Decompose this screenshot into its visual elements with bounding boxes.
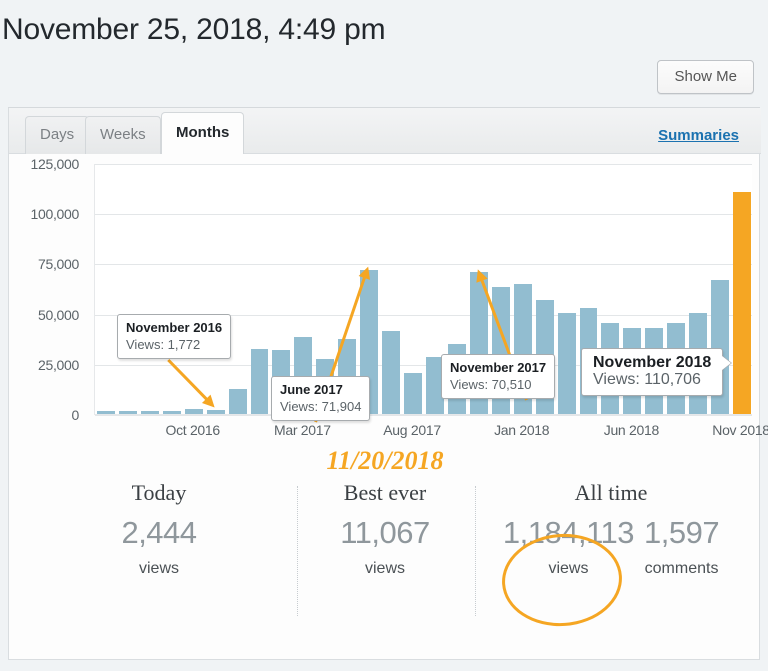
annotation-value: Views: 1,772 xyxy=(126,337,201,352)
gridline xyxy=(95,415,752,416)
chart-annotation: June 2017 Views: 71,904 xyxy=(271,376,371,421)
x-axis-tick-label: Jun 2018 xyxy=(603,422,660,438)
annotation-value: Views: 110,706 xyxy=(593,371,701,388)
stat-unit: comments xyxy=(644,560,719,577)
summary-stats: 11/20/2018 Today 2,444 views Best ever 1… xyxy=(9,438,761,660)
period-tabs: Days Weeks Months Summaries xyxy=(9,108,761,154)
x-axis-tick-label: Nov 2018 xyxy=(712,422,768,438)
chart-bar[interactable] xyxy=(206,410,225,414)
stat-unit: views xyxy=(548,560,589,577)
stats-page: November 25, 2018, 4:49 pm Show Me Days … xyxy=(0,0,768,671)
y-axis-tick-label: 75,000 xyxy=(37,256,79,273)
chart-bar[interactable] xyxy=(557,312,576,414)
tab-weeks[interactable]: Weeks xyxy=(85,116,161,154)
chart-bar[interactable] xyxy=(228,388,247,414)
stats-panel: Days Weeks Months Summaries 125,000 100,0… xyxy=(8,108,768,660)
annotation-value: Views: 70,510 xyxy=(450,377,532,392)
stat-value: 11,067 xyxy=(340,515,430,550)
show-me-button[interactable]: Show Me xyxy=(657,60,754,94)
y-axis-tick-label: 125,000 xyxy=(30,156,79,172)
tab-days[interactable]: Days xyxy=(25,116,90,154)
chart-bar[interactable] xyxy=(184,409,203,414)
chart-bar[interactable] xyxy=(118,411,137,414)
chart-bar[interactable] xyxy=(250,348,269,414)
chart-bar[interactable] xyxy=(162,411,181,414)
y-axis-tick-label: 25,000 xyxy=(37,356,79,373)
callout-pointer xyxy=(722,356,731,370)
annotation-value: Views: 71,904 xyxy=(280,399,362,414)
annotation-title: June 2017 xyxy=(280,382,343,397)
annotation-title: November 2017 xyxy=(450,360,547,375)
stat-label: Today xyxy=(131,480,187,505)
chart-annotation: November 2018 Views: 110,706 xyxy=(581,348,724,396)
tab-months[interactable]: Months xyxy=(161,112,245,154)
chart-annotation: November 2016 Views: 1,772 xyxy=(117,314,232,359)
annotation-title: November 2016 xyxy=(126,320,223,335)
chart-bar[interactable] xyxy=(96,411,115,414)
page-title: November 25, 2018, 4:49 pm xyxy=(2,13,386,46)
chart-bar[interactable] xyxy=(382,330,401,414)
stat-value: 2,444 xyxy=(121,515,197,550)
stat-label: All time xyxy=(574,480,648,505)
x-axis-tick-label: Aug 2017 xyxy=(383,422,441,438)
y-axis-tick-label: 100,000 xyxy=(30,206,79,223)
stat-unit: views xyxy=(364,560,405,577)
stat-all-time-comments: 1,597 comments xyxy=(644,508,720,580)
stat-unit: views xyxy=(138,560,179,577)
stat-all-time: All time 1,184,113 views 1,597 comments xyxy=(499,478,723,580)
stat-value: 1,184,113 xyxy=(502,515,635,550)
stat-today: Today 2,444 views xyxy=(47,478,271,580)
annotation-title: November 2018 xyxy=(593,354,712,371)
stat-value: 1,597 xyxy=(644,515,720,550)
views-bar-chart: 125,000 100,000 75,000 50,000 25,000 0 Oct 20… xyxy=(9,154,768,438)
stat-label: Best ever xyxy=(343,480,427,505)
chart-bar[interactable] xyxy=(140,411,159,414)
x-axis-tick-label: Oct 2016 xyxy=(165,422,220,438)
x-axis-tick-label: Jan 2018 xyxy=(494,422,550,438)
chart-bar[interactable] xyxy=(733,191,752,414)
stat-best-ever: Best ever 11,067 views xyxy=(273,478,497,580)
show-me-button-wrap: Show Me xyxy=(657,60,754,94)
y-axis-tick-label: 50,000 xyxy=(37,306,79,323)
stat-all-time-views: 1,184,113 views xyxy=(502,508,635,580)
x-axis-tick-label: Mar 2017 xyxy=(273,422,331,438)
chart-bar[interactable] xyxy=(404,372,423,414)
summaries-link[interactable]: Summaries xyxy=(658,127,739,144)
best-ever-date: 11/20/2018 xyxy=(326,446,444,475)
chart-annotation: November 2017 Views: 70,510 xyxy=(441,354,556,399)
y-axis-tick-label: 0 xyxy=(71,407,80,423)
